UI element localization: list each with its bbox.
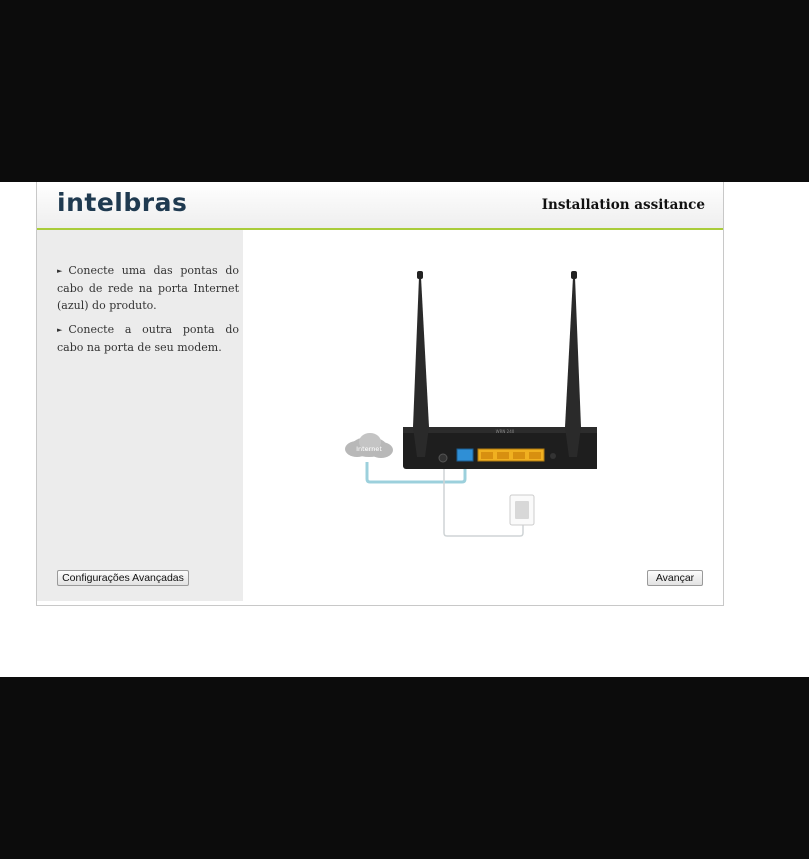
advanced-settings-button[interactable]: Configurações Avançadas: [57, 570, 189, 586]
next-button[interactable]: Avançar: [647, 570, 703, 586]
router-connection-diagram: Internet WRN 240: [345, 271, 597, 537]
bullet-icon: ►: [57, 326, 63, 334]
cloud-icon: Internet: [345, 433, 393, 458]
instructions-sidebar: ► Conecte uma das pontas do cabo de rede …: [37, 230, 243, 601]
instruction-item: ► Conecte a outra ponta do cabo na porta …: [57, 321, 239, 356]
instruction-text: Conecte a outra ponta do cabo na porta d…: [57, 323, 239, 354]
instruction-text: Conecte uma das pontas do cabo de rede n…: [57, 264, 239, 312]
intelbras-logo: intelbras: [57, 188, 188, 217]
page-title: Installation assitance: [541, 197, 705, 213]
bullet-icon: ►: [57, 267, 63, 275]
device-label: WRN 240: [496, 429, 515, 434]
router-image: WRN 240: [403, 271, 597, 469]
wan-port: [456, 448, 474, 462]
power-adapter-icon: [509, 494, 535, 526]
installation-assistant-panel: intelbras Installation assitance ► Conect…: [36, 182, 724, 606]
cloud-label: Internet: [356, 445, 382, 453]
header-bar: intelbras Installation assitance: [37, 182, 723, 230]
instruction-item: ► Conecte uma das pontas do cabo de rede …: [57, 262, 239, 314]
